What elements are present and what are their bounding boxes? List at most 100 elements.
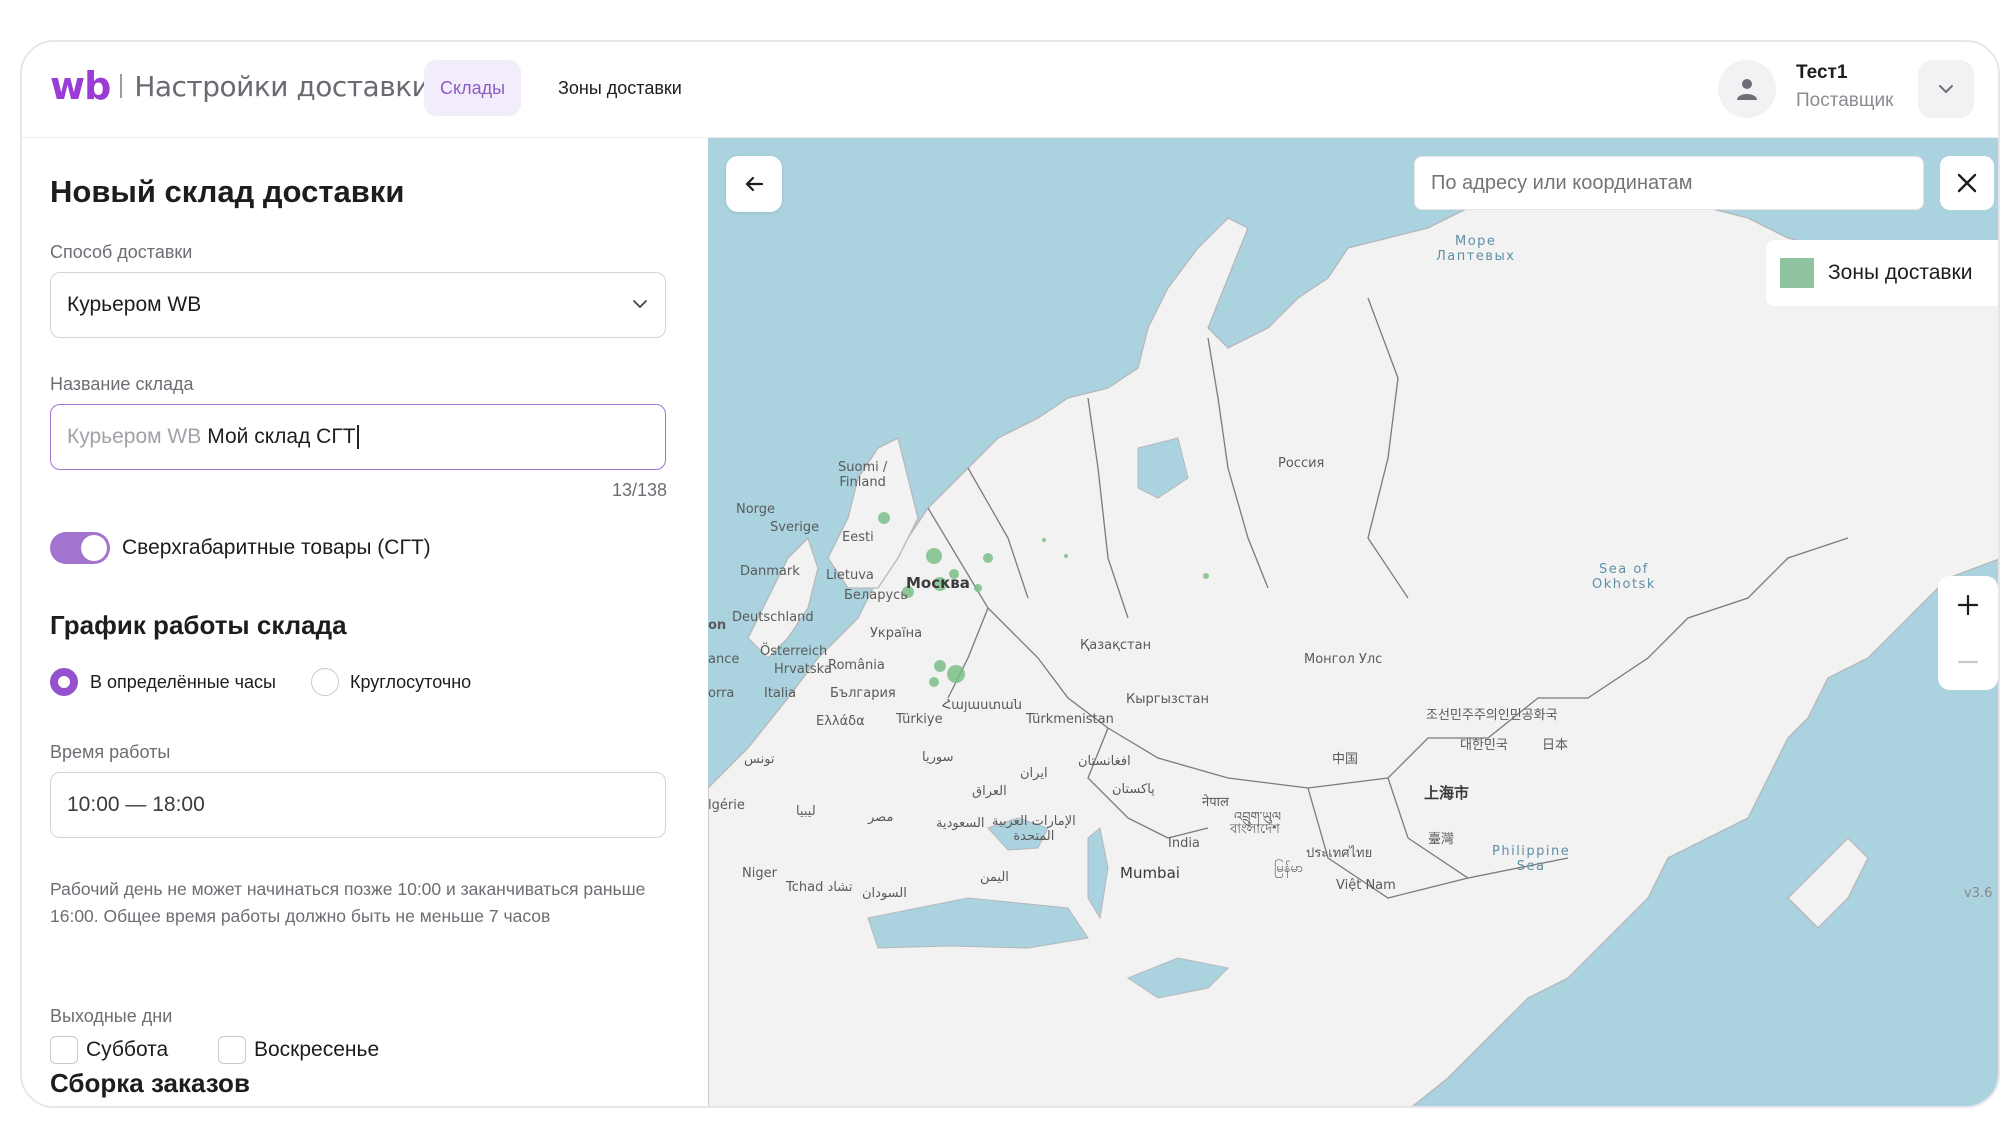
char-counter: 13/138 [612, 480, 668, 500]
map-label-iraq: العراق [972, 784, 1007, 799]
map-label-pakistan: پاکستان [1112, 782, 1155, 797]
map-label-greece: Ελλάδα [816, 714, 865, 729]
map-label-okhotsk: Sea of Okhotsk [1592, 562, 1656, 592]
warehouse-name-label: Название склада [50, 374, 194, 394]
map-label-syria: سوريا [922, 750, 954, 765]
map-label-myanmar: မြန်မာ [1274, 861, 1304, 876]
warehouse-name-input[interactable]: Курьером WB Мой склад СГТ [50, 404, 666, 470]
back-button[interactable] [726, 156, 782, 212]
map-label-north-korea: 조선민주주의인민공화국 [1426, 708, 1558, 723]
map-label-romania: România [828, 658, 885, 673]
map-label-egypt: مصر [868, 810, 894, 825]
map-label-india: India [1168, 836, 1200, 851]
text-caret [356, 425, 359, 449]
map-label-germany: Deutschland [732, 610, 814, 625]
plus-icon [1957, 594, 1979, 615]
oversize-toggle[interactable] [50, 532, 110, 564]
map-legend: Зоны доставки [1766, 240, 1998, 306]
map-label-belarus: Беларусь [844, 588, 908, 603]
map-label-laptev-sea: Море Лаптевых [1436, 234, 1516, 264]
delivery-map[interactable]: Море Лаптевых Россия Suomi / Finland Nor… [708, 138, 1998, 1106]
map-label-moscow: Москва [906, 574, 970, 592]
map-search-input[interactable] [1414, 156, 1924, 210]
orders-section-title: Сборка заказов [50, 1068, 250, 1098]
map-label-nepal: नेपाल [1202, 795, 1229, 810]
map-label-ukraine: Україна [870, 626, 923, 641]
hours-value: 10:00 — 18:00 [67, 793, 205, 816]
map-label-finland: Suomi / Finland [838, 460, 888, 490]
user-name: Тест1 [1796, 62, 1848, 83]
user-role: Поставщик [1796, 90, 1894, 111]
logo-divider [120, 74, 123, 98]
zoom-out-button[interactable] [1938, 633, 1998, 690]
warehouse-name-prefix: Курьером WB [67, 425, 202, 448]
hours-input[interactable]: 10:00 — 18:00 [50, 772, 666, 838]
map-label-kyrgyzstan: Кыргызстан [1126, 692, 1209, 707]
radio-around-the-clock-label: Круглосуточно [350, 672, 472, 692]
map-label-bangladesh: বাংলাদেশ [1230, 822, 1280, 837]
map-label-lithuania: Lietuva [826, 568, 874, 583]
checkbox-sunday-label: Воскресенье [254, 1038, 380, 1061]
map-label-mumbai: Mumbai [1120, 864, 1180, 882]
map-label-sudan: السودان [862, 886, 907, 901]
schedule-title: График работы склада [50, 610, 347, 640]
map-label-italy: Italia [764, 686, 797, 701]
radio-specific-hours-label: В определённые часы [90, 672, 276, 692]
map-label-china: 中国 [1332, 752, 1359, 767]
map-label-sweden: Sverige [770, 520, 820, 535]
user-icon [1737, 79, 1757, 100]
delivery-method-value: Курьером WB [67, 293, 202, 316]
map-label-korea: 대한민국 [1460, 738, 1508, 753]
map-label-russia: Россия [1278, 456, 1325, 471]
radio-specific-hours[interactable] [50, 668, 78, 696]
map-label-philippine-sea: Philippine Sea [1492, 844, 1571, 874]
legend-label: Зоны доставки [1828, 261, 1973, 284]
map-label-denmark: Danmark [740, 564, 800, 579]
checkbox-saturday-label: Суббота [86, 1038, 169, 1061]
map-label-taiwan: 臺灣 [1428, 832, 1455, 847]
app-title: Настройки доставки [134, 69, 430, 103]
app-window: wb Настройки доставки Склады Зоны достав… [20, 40, 2000, 1108]
checkbox-saturday[interactable] [50, 1036, 78, 1064]
map-version: v3.6 [1964, 886, 1993, 901]
map-label-partial-orra: orra [708, 686, 735, 701]
map-label-vietnam: Việt Nam [1336, 878, 1396, 893]
radio-around-the-clock[interactable] [311, 668, 339, 696]
checkbox-sunday[interactable] [218, 1036, 246, 1064]
map-label-austria: Österreich [760, 644, 828, 659]
top-header: wb Настройки доставки Склады Зоны достав… [22, 42, 1998, 138]
map-label-niger: Niger [742, 866, 777, 881]
map-label-libya: ليبيا [796, 804, 816, 819]
map-label-bulgaria: България [830, 686, 896, 701]
map-label-uae: الإمارات العربية المتحدة [992, 814, 1076, 844]
tab-warehouses[interactable]: Склады [424, 60, 522, 116]
map-label-yemen: اليمن [980, 870, 1009, 885]
map-label-turkey: Türkiye [896, 712, 943, 727]
map-label-tunisia: تونس [744, 752, 775, 767]
minus-icon [1957, 660, 1979, 663]
user-menu-button[interactable] [1918, 60, 1974, 118]
map-label-mongolia: Монгол Улс [1304, 652, 1383, 667]
warehouse-name-value: Мой склад СГТ [207, 425, 356, 448]
tab-delivery-zones[interactable]: Зоны доставки [542, 60, 698, 116]
days-off-label: Выходные дни [50, 1006, 173, 1026]
map-label-shanghai: 上海市 [1424, 784, 1470, 802]
map-label-japan: 日本 [1542, 738, 1569, 753]
close-map-button[interactable] [1940, 156, 1994, 210]
avatar[interactable] [1718, 60, 1776, 118]
map-label-kazakhstan: Қазақстан [1080, 638, 1152, 653]
close-icon [1957, 173, 1977, 193]
map-label-partial-on: on [708, 618, 727, 633]
zoom-in-button[interactable] [1938, 576, 1998, 633]
logo[interactable]: wb Настройки доставки [50, 64, 430, 108]
arrow-left-icon [745, 176, 764, 192]
chevron-down-icon [633, 300, 647, 309]
legend-swatch [1780, 258, 1814, 288]
map-label-turkmenistan: Türkmenistan [1026, 712, 1114, 727]
map-label-algeria: lgérie [708, 798, 745, 813]
zoom-controls [1938, 576, 1998, 690]
delivery-method-select[interactable]: Курьером WB [50, 272, 666, 338]
map-label-thailand: ประเทศไทย [1306, 846, 1373, 861]
chevron-down-icon [1939, 85, 1953, 94]
oversize-toggle-label: Сверхгабаритные товары (СГТ) [122, 536, 431, 559]
